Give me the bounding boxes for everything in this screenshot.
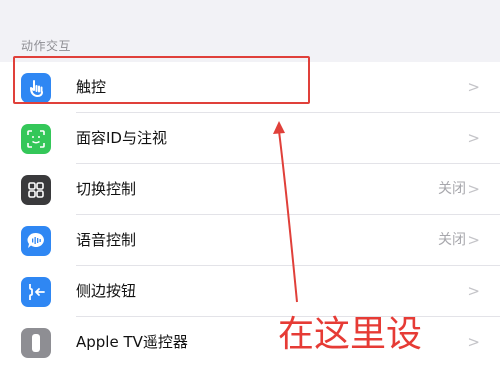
row-label: 语音控制	[76, 231, 137, 249]
chevron-right-icon: >	[467, 333, 480, 351]
chevron-right-icon: >	[467, 78, 480, 96]
row-label: 面容ID与注视	[76, 129, 167, 147]
face-id-icon	[21, 124, 51, 154]
chevron-right-icon: >	[467, 282, 480, 300]
row-switch-control[interactable]: 切换控制 关闭 >	[0, 164, 500, 215]
side-button-icon	[21, 277, 51, 307]
annotation-text: 在这里设	[278, 314, 423, 355]
chevron-right-icon: >	[467, 180, 480, 198]
row-value: 关闭	[438, 181, 466, 197]
row-side-button[interactable]: 侧边按钮 >	[0, 266, 500, 317]
row-apple-tv-remote[interactable]: Apple TV遥控器 >	[0, 317, 500, 368]
row-label: 切换控制	[76, 180, 137, 198]
row-face-id[interactable]: 面容ID与注视 >	[0, 113, 500, 164]
row-label: 侧边按钮	[76, 282, 137, 300]
section-header: 动作交互	[21, 39, 72, 53]
row-value: 关闭	[438, 232, 466, 248]
switch-control-icon	[21, 175, 51, 205]
settings-list: 触控 > 面容ID与注视 > 切换控制 关闭 > 语音控制 关闭 > 侧边按钮 …	[0, 62, 500, 368]
highlight-box	[13, 56, 310, 104]
chevron-right-icon: >	[467, 231, 480, 249]
remote-icon	[21, 328, 51, 358]
chevron-right-icon: >	[467, 129, 480, 147]
row-voice-control[interactable]: 语音控制 关闭 >	[0, 215, 500, 266]
voice-control-icon	[21, 226, 51, 256]
row-label: Apple TV遥控器	[76, 333, 188, 351]
